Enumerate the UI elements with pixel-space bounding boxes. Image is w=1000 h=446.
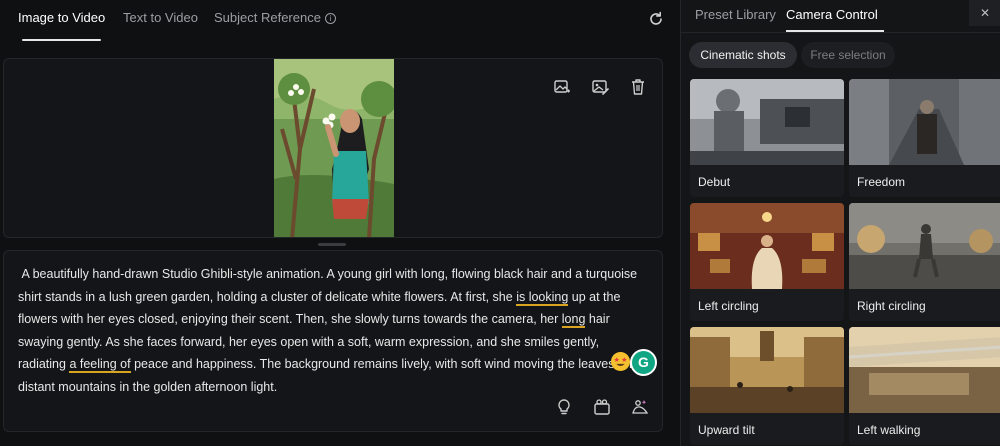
preset-thumbnail	[849, 327, 1000, 413]
resize-handle[interactable]	[318, 243, 346, 246]
left-panel: Image to Video Text to Video Subject Ref…	[0, 0, 680, 446]
preset-card-upward-tilt[interactable]: Upward tilt	[690, 327, 844, 445]
preset-label: Left walking	[857, 423, 921, 437]
tab-subject-reference[interactable]: Subject Reference i	[214, 10, 336, 25]
preset-thumbnail	[690, 79, 844, 165]
preset-label: Freedom	[857, 175, 906, 189]
preset-label: Debut	[698, 175, 731, 189]
grammar-suggestion[interactable]: is looking	[516, 289, 569, 306]
prompt-text: A beautifully hand-drawn Studio Ghibli-s…	[18, 263, 648, 399]
active-tab-indicator	[22, 39, 101, 41]
edit-image-icon[interactable]	[590, 77, 610, 97]
camera-control-panel: Preset Library Camera Control ✕ Cinemati…	[680, 0, 1000, 446]
replace-image-icon[interactable]	[552, 77, 572, 97]
preset-thumbnail	[690, 327, 844, 413]
grammarly-icon[interactable]: G	[630, 349, 657, 376]
preset-thumbnail	[849, 203, 1000, 289]
magic-image-icon[interactable]	[630, 397, 650, 417]
close-button[interactable]: ✕	[969, 0, 1000, 26]
tab-text-to-video[interactable]: Text to Video	[123, 10, 198, 25]
camera-preset-icon[interactable]	[592, 397, 612, 417]
mode-tabs: Image to Video Text to Video Subject Ref…	[0, 0, 680, 42]
divider	[681, 32, 1000, 33]
preset-label: Upward tilt	[698, 423, 755, 437]
tab-image-to-video[interactable]: Image to Video	[18, 10, 105, 25]
image-upload-area[interactable]	[3, 58, 663, 238]
tab-preset-library[interactable]: Preset Library	[695, 7, 776, 22]
uploaded-image	[274, 59, 394, 237]
grammar-suggestion[interactable]: a feeling of	[69, 357, 131, 374]
delete-icon[interactable]	[628, 77, 648, 97]
lightbulb-icon[interactable]	[554, 397, 574, 417]
preset-card-left-walking[interactable]: Left walking	[849, 327, 1000, 445]
star-eyes-emoji-icon[interactable]	[611, 352, 630, 371]
preset-card-left-circling[interactable]: Left circling	[690, 203, 844, 321]
preset-thumbnail	[849, 79, 1000, 165]
preset-card-debut[interactable]: Debut	[690, 79, 844, 197]
grammar-suggestion[interactable]: long	[561, 312, 586, 329]
tab-camera-control[interactable]: Camera Control	[786, 7, 878, 22]
preset-card-right-circling[interactable]: Right circling	[849, 203, 1000, 321]
info-icon[interactable]: i	[324, 13, 336, 24]
preset-thumbnail	[690, 203, 844, 289]
filter-cinematic-shots[interactable]: Cinematic shots	[689, 42, 797, 68]
preset-card-freedom[interactable]: Freedom	[849, 79, 1000, 197]
close-icon: ✕	[980, 6, 991, 20]
preset-label: Right circling	[857, 299, 926, 313]
preset-label: Left circling	[698, 299, 759, 313]
filter-free-selection[interactable]: Free selection	[801, 42, 895, 68]
tab-subject-reference-label: Subject Reference	[214, 10, 321, 25]
reset-icon[interactable]	[646, 9, 666, 29]
